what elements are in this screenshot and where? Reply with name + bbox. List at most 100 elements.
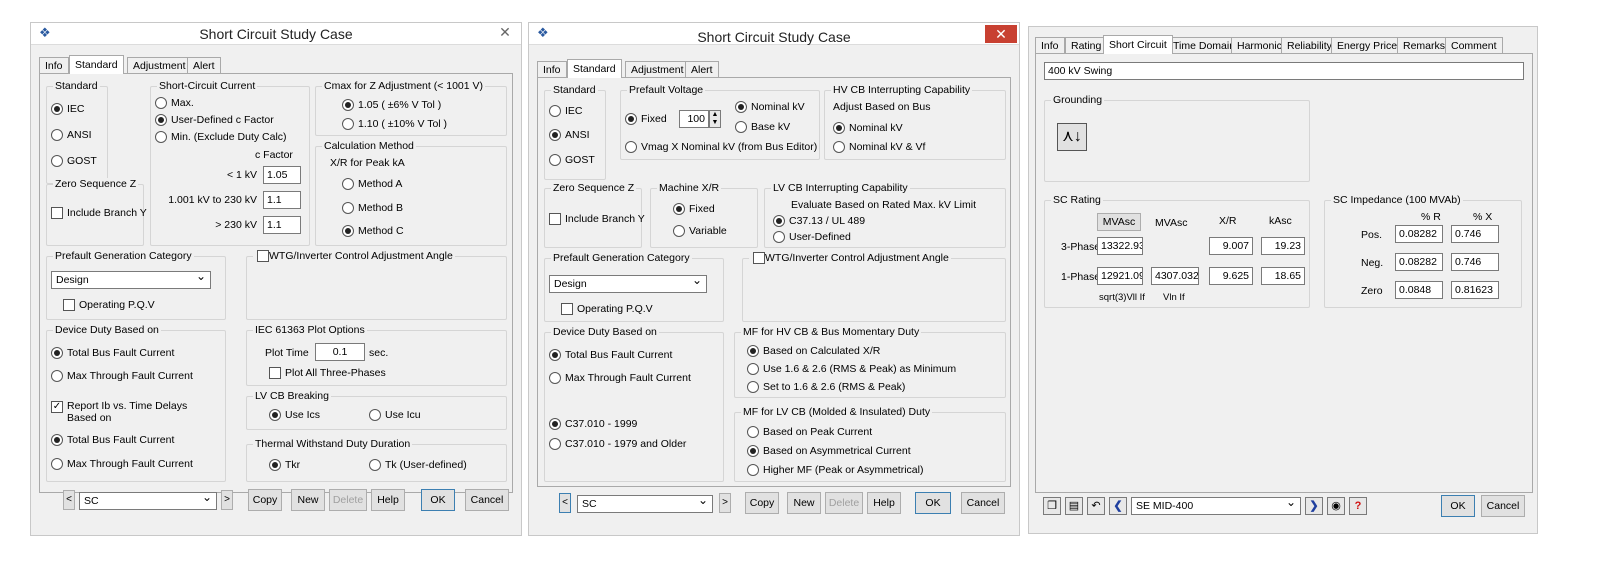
grounding-icon[interactable]: ⋏↓ bbox=[1057, 123, 1087, 151]
new-button[interactable]: New bbox=[291, 489, 325, 511]
tab-short-circuit[interactable]: Short Circuit bbox=[1103, 35, 1173, 54]
help-button[interactable]: Help bbox=[867, 492, 901, 514]
radio-mfhv-calc[interactable] bbox=[747, 345, 759, 357]
operating-pqv-checkbox[interactable] bbox=[561, 303, 573, 315]
ok-button[interactable]: OK bbox=[1441, 495, 1475, 517]
tab-alert[interactable]: Alert bbox=[187, 57, 221, 73]
back-icon[interactable]: ❮ bbox=[1109, 497, 1127, 515]
radio-use-ics[interactable] bbox=[269, 409, 281, 421]
radio-max[interactable] bbox=[155, 97, 167, 109]
radio-use-icu[interactable] bbox=[369, 409, 381, 421]
radio-ansi[interactable] bbox=[549, 129, 561, 141]
radio-nominal-kv[interactable] bbox=[735, 101, 747, 113]
close-icon[interactable]: ✕ bbox=[985, 25, 1017, 43]
tab-info[interactable]: Info bbox=[39, 57, 69, 73]
radio-lv-user-defined[interactable] bbox=[773, 231, 785, 243]
plot-all-three-checkbox[interactable] bbox=[269, 367, 281, 379]
3phase-kasc-input[interactable]: 19.23 bbox=[1261, 237, 1305, 255]
radio-c37010-1999[interactable] bbox=[549, 418, 561, 430]
study-case-select[interactable]: SC bbox=[577, 493, 713, 513]
cancel-button[interactable]: Cancel bbox=[465, 489, 509, 511]
wtg-checkbox[interactable] bbox=[753, 252, 765, 264]
radio-cmax-110[interactable] bbox=[342, 118, 354, 130]
radio-iec[interactable] bbox=[51, 103, 63, 115]
next-case-button[interactable]: > bbox=[719, 493, 731, 513]
tab-info[interactable]: Info bbox=[1035, 37, 1065, 53]
study-case-select[interactable]: SC bbox=[79, 490, 217, 510]
next-case-button[interactable]: > bbox=[221, 490, 233, 510]
radio-method-c[interactable] bbox=[342, 225, 354, 237]
radio-max-through-fault[interactable] bbox=[549, 372, 561, 384]
radio-gost[interactable] bbox=[51, 155, 63, 167]
copy-button[interactable]: Copy bbox=[745, 492, 779, 514]
operating-pqv-checkbox[interactable] bbox=[63, 299, 75, 311]
1phase-mvasc-ln-input[interactable]: 4307.032 bbox=[1151, 267, 1199, 285]
radio-tk-user[interactable] bbox=[369, 459, 381, 471]
radio-fixed[interactable] bbox=[625, 113, 637, 125]
radio-mflv-asym[interactable] bbox=[747, 445, 759, 457]
mvasc-button[interactable]: MVAsc bbox=[1097, 213, 1141, 231]
help-button[interactable]: Help bbox=[371, 489, 405, 511]
prefault-category-select[interactable]: Design bbox=[51, 269, 211, 289]
delete-button[interactable]: Delete bbox=[825, 492, 863, 514]
prefault-category-select[interactable]: Design bbox=[549, 273, 707, 293]
1phase-xr-input[interactable]: 9.625 bbox=[1209, 267, 1253, 285]
report-ib-checkbox[interactable]: ✓ bbox=[51, 401, 63, 413]
plot-time-input[interactable]: 0.1 bbox=[315, 343, 365, 361]
prev-case-button[interactable]: < bbox=[63, 490, 75, 510]
zero-x-input[interactable]: 0.81623 bbox=[1451, 281, 1499, 299]
radio-tkr[interactable] bbox=[269, 459, 281, 471]
ok-button[interactable]: OK bbox=[421, 489, 455, 511]
zero-r-input[interactable]: 0.0848 bbox=[1395, 281, 1443, 299]
tab-comment[interactable]: Comment bbox=[1445, 37, 1503, 53]
radio-total-bus-fault-2[interactable] bbox=[51, 434, 63, 446]
forward-icon[interactable]: ❯ bbox=[1305, 497, 1323, 515]
radio-c37-13[interactable] bbox=[773, 215, 785, 227]
radio-vmag[interactable] bbox=[625, 141, 637, 153]
radio-user-defined-c[interactable] bbox=[155, 114, 167, 126]
binoculars-icon[interactable]: ◉ bbox=[1327, 497, 1345, 515]
radio-method-b[interactable] bbox=[342, 202, 354, 214]
ok-button[interactable]: OK bbox=[915, 492, 951, 514]
radio-xr-fixed[interactable] bbox=[673, 203, 685, 215]
tab-adjustment[interactable]: Adjustment bbox=[625, 61, 690, 77]
include-branch-y-checkbox[interactable] bbox=[51, 207, 63, 219]
cancel-button[interactable]: Cancel bbox=[1481, 495, 1525, 517]
radio-iec[interactable] bbox=[549, 105, 561, 117]
1phase-mvasc-input[interactable]: 12921.09 bbox=[1097, 267, 1143, 285]
close-icon[interactable]: ✕ bbox=[491, 23, 519, 41]
radio-xr-variable[interactable] bbox=[673, 225, 685, 237]
radio-method-a[interactable] bbox=[342, 178, 354, 190]
tab-standard[interactable]: Standard bbox=[567, 59, 622, 78]
neg-r-input[interactable]: 0.08282 bbox=[1395, 253, 1443, 271]
new-button[interactable]: New bbox=[787, 492, 821, 514]
tab-adjustment[interactable]: Adjustment bbox=[127, 57, 192, 73]
1phase-kasc-input[interactable]: 18.65 bbox=[1261, 267, 1305, 285]
prefault-voltage-input[interactable]: 100 bbox=[679, 110, 709, 128]
c-factor-lt1kv[interactable]: 1.05 bbox=[263, 166, 301, 184]
radio-mfhv-min[interactable] bbox=[747, 363, 759, 375]
wtg-checkbox[interactable] bbox=[257, 250, 269, 262]
neg-x-input[interactable]: 0.746 bbox=[1451, 253, 1499, 271]
copy-icon[interactable]: ❐ bbox=[1043, 497, 1061, 515]
spin-updown-icon[interactable]: ▲ ▼ bbox=[709, 110, 721, 128]
radio-base-kv[interactable] bbox=[735, 121, 747, 133]
3phase-mvasc-input[interactable]: 13322.93 bbox=[1097, 237, 1143, 255]
prev-case-button[interactable]: < bbox=[559, 493, 571, 513]
tab-energy-price[interactable]: Energy Price bbox=[1331, 37, 1404, 53]
radio-mflv-peak[interactable] bbox=[747, 426, 759, 438]
radio-c37010-1979[interactable] bbox=[549, 438, 561, 450]
radio-mflv-higher[interactable] bbox=[747, 464, 759, 476]
tab-remarks[interactable]: Remarks bbox=[1397, 37, 1452, 53]
tab-harmonic[interactable]: Harmonic bbox=[1231, 37, 1288, 53]
delete-button[interactable]: Delete bbox=[329, 489, 367, 511]
tab-alert[interactable]: Alert bbox=[685, 61, 719, 77]
library-select[interactable]: SE MID-400 bbox=[1131, 495, 1301, 515]
tab-time-domain[interactable]: Time Domain bbox=[1167, 37, 1242, 53]
tab-reliability[interactable]: Reliability bbox=[1281, 37, 1338, 53]
pos-x-input[interactable]: 0.746 bbox=[1451, 225, 1499, 243]
radio-min[interactable] bbox=[155, 131, 167, 143]
cancel-button[interactable]: Cancel bbox=[961, 492, 1005, 514]
radio-gost[interactable] bbox=[549, 154, 561, 166]
pos-r-input[interactable]: 0.08282 bbox=[1395, 225, 1443, 243]
